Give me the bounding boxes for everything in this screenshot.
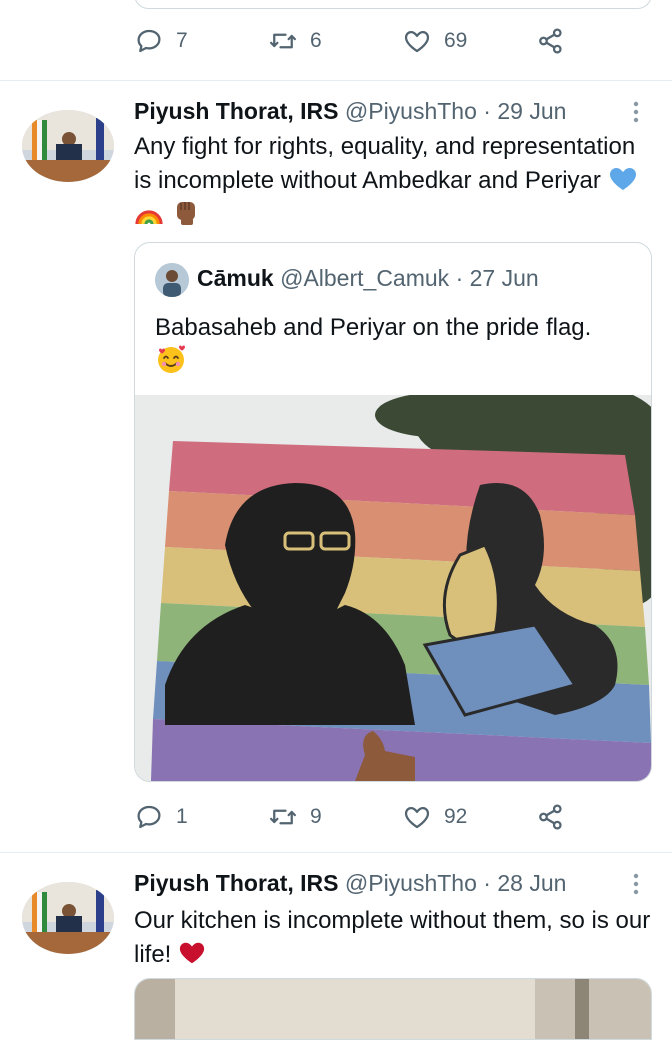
- tweet-body: Any fight for rights, equality, and repr…: [134, 133, 636, 194]
- divider: [0, 852, 672, 853]
- like-count: 92: [444, 805, 468, 828]
- share-button[interactable]: [536, 26, 566, 56]
- reply-button[interactable]: 7: [134, 26, 268, 56]
- heart-icon: [404, 30, 430, 53]
- tweet-text: Any fight for rights, equality, and repr…: [134, 130, 654, 232]
- author-name[interactable]: Piyush Thorat, IRS: [134, 870, 338, 896]
- tweet-text: Our kitchen is incomplete without them, …: [134, 904, 654, 972]
- reply-count: 7: [176, 29, 188, 52]
- tweet-date[interactable]: 29 Jun: [497, 98, 566, 124]
- retweet-icon: [270, 809, 296, 825]
- tweet-header: Piyush Thorat, IRS @PiyushTho · 29 Jun: [134, 98, 567, 124]
- reply-button[interactable]: 1: [134, 802, 268, 832]
- share-icon: [539, 28, 562, 54]
- retweet-count: 6: [310, 29, 322, 52]
- like-button[interactable]: 69: [402, 26, 536, 56]
- like-button[interactable]: 92: [402, 802, 536, 832]
- reply-icon: [137, 29, 161, 53]
- tweet-header: Piyush Thorat, IRS @PiyushTho · 28 Jun: [134, 870, 567, 896]
- reply-icon: [137, 805, 161, 829]
- quote-author-handle[interactable]: @Albert_Camuk: [280, 265, 449, 291]
- quote-header: Cāmuk @Albert_Camuk · 27 Jun: [197, 265, 539, 291]
- quote-date[interactable]: 27 Jun: [470, 265, 539, 291]
- author-handle[interactable]: @PiyushTho: [345, 870, 477, 896]
- pride-flag-placard: [151, 441, 651, 781]
- heart-icon: [404, 806, 430, 829]
- retweet-button[interactable]: 9: [268, 802, 402, 832]
- previous-quote-card[interactable]: [134, 0, 652, 9]
- red-heart-icon: [179, 942, 205, 964]
- avatar[interactable]: [22, 110, 114, 182]
- more-options-icon[interactable]: [626, 98, 646, 128]
- tweet-date[interactable]: 28 Jun: [497, 870, 566, 896]
- quote-avatar[interactable]: [155, 263, 189, 297]
- tweet-body: Our kitchen is incomplete without them, …: [134, 907, 651, 968]
- smiling-face-with-hearts-icon: [158, 345, 185, 373]
- share-button[interactable]: [536, 802, 566, 832]
- author-name[interactable]: Piyush Thorat, IRS: [134, 98, 338, 124]
- retweet-button[interactable]: 6: [268, 26, 402, 56]
- share-icon: [539, 804, 562, 830]
- avatar[interactable]: [22, 882, 114, 954]
- rainbow-icon: [135, 210, 163, 225]
- blue-heart-icon: [609, 168, 636, 190]
- tweet-media-image[interactable]: [134, 978, 652, 1040]
- quoted-tweet-card[interactable]: Cāmuk @Albert_Camuk · 27 Jun Babasaheb a…: [134, 242, 652, 782]
- author-handle[interactable]: @PiyushTho: [345, 98, 477, 124]
- divider: [0, 80, 672, 81]
- more-options-icon[interactable]: [626, 870, 646, 900]
- quote-text: Babasaheb and Periyar on the pride flag.: [155, 314, 592, 341]
- quote-media-image[interactable]: [135, 395, 651, 781]
- retweet-count: 9: [310, 805, 322, 828]
- reply-count: 1: [176, 805, 188, 828]
- raised-fist-icon: [176, 202, 195, 225]
- top-tweet-actions: 7 6 69: [134, 26, 566, 56]
- quote-author-name[interactable]: Cāmuk: [197, 265, 274, 291]
- like-count: 69: [444, 29, 468, 52]
- retweet-icon: [270, 33, 296, 49]
- tweet-actions: 1 9 92: [134, 802, 566, 832]
